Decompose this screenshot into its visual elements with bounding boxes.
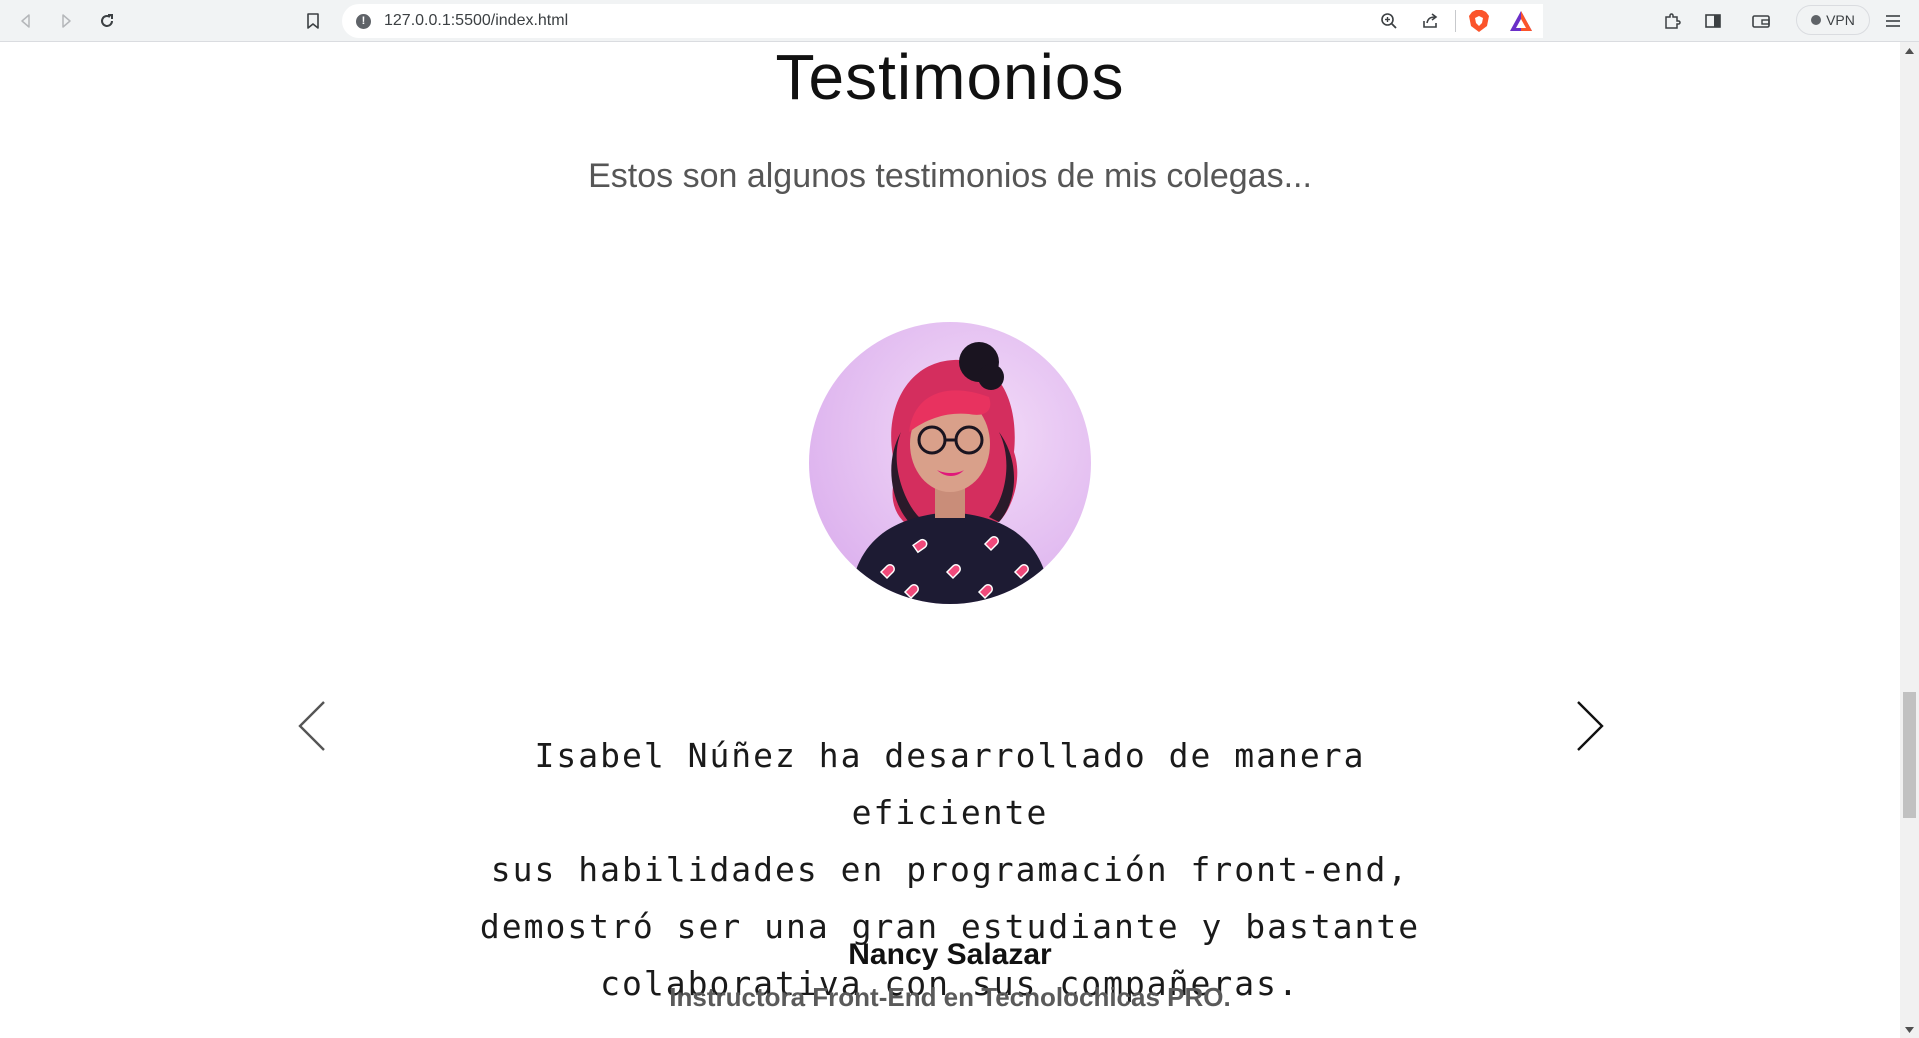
testimonial-avatar	[809, 322, 1091, 604]
bookmark-icon	[307, 13, 319, 29]
brave-rewards-icon	[1510, 11, 1532, 31]
url-text[interactable]: 127.0.0.1:5500/index.html	[384, 4, 568, 38]
info-icon[interactable]: !	[356, 14, 371, 29]
share-icon	[1423, 13, 1438, 28]
quote-line: sus habilidades en programación front-en…	[490, 850, 1410, 889]
reload-icon	[101, 14, 113, 27]
section-title: Testimonios	[775, 42, 1125, 113]
scroll-up-arrow-icon	[1905, 47, 1914, 54]
section-subtitle: Estos son algunos testimonios de mis col…	[588, 157, 1312, 195]
vpn-label: VPN	[1826, 12, 1855, 28]
scroll-down-button[interactable]	[1900, 1021, 1919, 1038]
back-button[interactable]	[13, 8, 39, 34]
vertical-scrollbar[interactable]	[1900, 42, 1919, 1038]
avatar-portrait	[809, 322, 1091, 604]
wallet-button[interactable]	[1748, 8, 1774, 34]
forward-arrow-icon	[62, 14, 71, 28]
browser-toolbar: ! 127.0.0.1:5500/index.html VPN	[0, 0, 1919, 42]
share-button[interactable]	[1417, 8, 1443, 34]
testimonial-author-role: Instructora Front-End en Tecnolochicas P…	[669, 982, 1231, 1012]
chevron-left-icon	[298, 701, 325, 751]
sidebar-button[interactable]	[1700, 8, 1726, 34]
chevron-right-icon	[1577, 701, 1604, 751]
testimonial-carousel: Isabel Núñez ha desarrollado de manera e…	[0, 322, 1900, 1038]
zoom-button[interactable]	[1376, 8, 1402, 34]
main-menu-button[interactable]	[1880, 8, 1906, 34]
vpn-status-icon	[1811, 15, 1822, 25]
bookmark-button[interactable]	[300, 8, 326, 34]
toolbar-divider	[1455, 10, 1456, 32]
scroll-thumb[interactable]	[1903, 692, 1916, 818]
sidebar-icon	[1705, 14, 1721, 28]
address-bar[interactable]: ! 127.0.0.1:5500/index.html	[342, 4, 1543, 38]
quote-line: Isabel Núñez ha desarrollado de manera e…	[534, 736, 1366, 832]
scroll-down-arrow-icon	[1905, 1026, 1914, 1033]
hamburger-menu-icon	[1886, 15, 1900, 27]
back-arrow-icon	[21, 14, 30, 28]
puzzle-icon	[1665, 13, 1681, 29]
zoom-icon	[1381, 13, 1397, 29]
scroll-up-button[interactable]	[1900, 42, 1919, 59]
carousel-prev-button[interactable]	[292, 696, 332, 756]
wallet-icon	[1752, 15, 1770, 28]
page-content: Testimonios Estos son algunos testimonio…	[0, 42, 1900, 1038]
forward-button[interactable]	[53, 8, 79, 34]
reload-button[interactable]	[94, 8, 120, 34]
extensions-button[interactable]	[1659, 8, 1685, 34]
vpn-button[interactable]: VPN	[1796, 5, 1870, 35]
brave-rewards-button[interactable]	[1508, 8, 1534, 34]
brave-shield-icon	[1469, 10, 1489, 32]
brave-shields-button[interactable]	[1466, 8, 1492, 34]
testimonial-author: Nancy Salazar	[848, 938, 1052, 971]
carousel-next-button[interactable]	[1570, 696, 1610, 756]
